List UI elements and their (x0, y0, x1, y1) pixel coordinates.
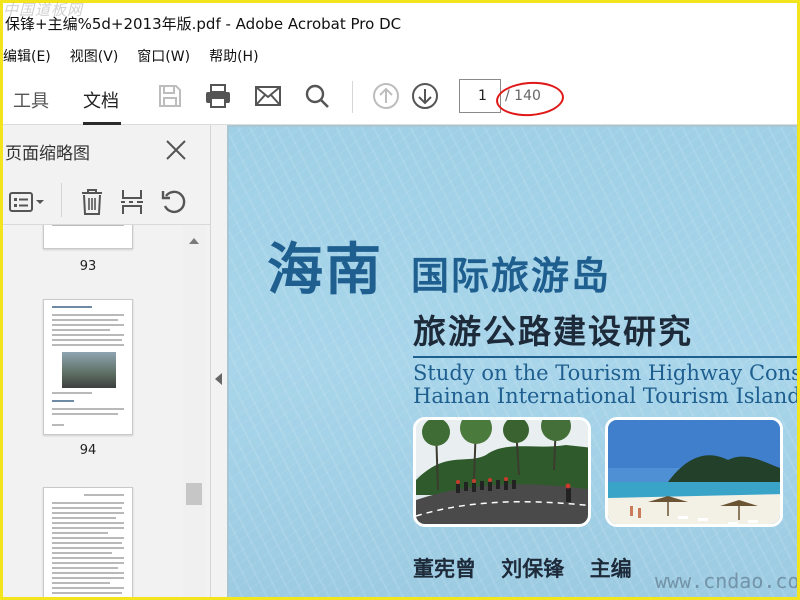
thumb-text-line (52, 329, 110, 331)
thumb-text-line (52, 392, 92, 394)
next-page-button[interactable] (410, 81, 440, 111)
thumb-text-line (52, 572, 124, 574)
sidebar-tool-separator (61, 183, 62, 217)
email-icon (255, 86, 281, 106)
rotate-icon (161, 190, 186, 214)
thumb-heading-line (52, 400, 74, 402)
thumb-text-line (52, 408, 124, 410)
next-page-icon (412, 83, 438, 109)
toolbar-separator (352, 81, 353, 113)
cover-english-line-1: Study on the Tourism Highway Constructio… (413, 361, 797, 385)
thumb-text-line (52, 542, 122, 544)
book-cover: 海南 国际旅游岛 旅游公路建设研究 Study on the Tourism H… (229, 127, 797, 597)
email-button[interactable] (253, 81, 283, 111)
print-icon (206, 84, 230, 108)
thumb-text-line (84, 494, 124, 496)
document-view[interactable]: 海南 国际旅游岛 旅游公路建设研究 Study on the Tourism H… (227, 125, 797, 597)
close-icon (166, 140, 186, 160)
thumb-text-line (52, 314, 124, 316)
thumb-text-line (52, 319, 118, 321)
cover-divider (413, 356, 797, 358)
thumb-text-line (52, 577, 124, 579)
sidebar-toolbar (3, 175, 210, 225)
watermark-top: 中国道板网 (3, 1, 84, 19)
cover-title-main: 海南 (267, 237, 383, 303)
thumb-text-line (52, 587, 124, 589)
menu-window[interactable]: 窗口(W) (137, 46, 190, 66)
thumbnail-sidebar: 页面缩略图 93 94 (3, 125, 211, 597)
thumb-text-line (52, 339, 122, 341)
page-thumbnail-93[interactable] (43, 225, 133, 249)
cover-photo-beach (605, 417, 783, 527)
thumb-heading-line (52, 306, 92, 308)
thumb-text-line (52, 552, 112, 554)
sidebar-collapse-strip[interactable] (211, 125, 227, 597)
page-options-button[interactable] (7, 187, 47, 217)
thumb-text-line (52, 582, 110, 584)
sidebar-title: 页面缩略图 (5, 144, 90, 164)
thumbnail-label-94: 94 (79, 443, 97, 458)
delete-icon (82, 189, 102, 215)
sidebar-close-button[interactable] (163, 137, 189, 163)
thumb-text-line (52, 517, 116, 519)
cover-editors: 董宪曾 刘保锋 主编 (413, 557, 632, 581)
thumb-text-line (52, 562, 124, 564)
menu-edit[interactable]: 编辑(E) (3, 46, 51, 66)
page-number-input[interactable]: 1 (459, 79, 501, 113)
delete-page-button[interactable] (77, 187, 107, 217)
save-icon (159, 85, 181, 107)
thumb-text-line (52, 532, 108, 534)
tab-document[interactable]: 文档 (83, 87, 121, 125)
beach-picture (608, 420, 780, 524)
extract-page-button[interactable] (117, 187, 147, 217)
current-page-value: 1 (478, 88, 487, 104)
thumb-text-line (52, 592, 122, 594)
thumb-text-line (52, 522, 124, 524)
scroll-up-arrow-icon[interactable] (188, 235, 200, 245)
thumbnail-scrollbar[interactable] (183, 225, 205, 597)
thumb-text-line (52, 413, 118, 415)
road-cyclists-picture (416, 420, 588, 524)
menu-help[interactable]: 帮助(H) (209, 46, 258, 66)
cover-subtitle: 旅游公路建设研究 (413, 312, 693, 351)
previous-page-icon (373, 83, 399, 109)
previous-page-button[interactable] (371, 81, 401, 111)
save-button[interactable] (155, 81, 185, 111)
cover-photo-road (413, 417, 591, 527)
watermark-bottom: www.cndao.com (655, 569, 797, 593)
menu-bar: 编辑(E) 视图(V) 窗口(W) 帮助(H) (3, 43, 797, 69)
thumb-text-line (52, 344, 124, 346)
cover-english-line-2: Hainan International Tourism Island (413, 384, 797, 408)
thumb-text-line (52, 537, 124, 539)
cover-title-rest: 国际旅游岛 (411, 253, 612, 298)
menu-view[interactable]: 视图(V) (70, 46, 119, 66)
extract-icon (121, 190, 143, 214)
collapse-arrow-icon[interactable] (215, 373, 222, 385)
window-title-bar: 保锋+主编%5d+2013年版.pdf - Adobe Acrobat Pro … (3, 1, 797, 43)
thumb-text-line (52, 334, 124, 336)
thumb-text-line (52, 324, 124, 326)
search-icon (305, 84, 329, 108)
thumb-photo (62, 352, 116, 388)
tab-tools[interactable]: 工具 (13, 87, 49, 113)
scrollbar-thumb[interactable] (186, 483, 202, 505)
print-button[interactable] (203, 81, 233, 111)
page-thumbnail-94[interactable] (43, 299, 133, 435)
thumb-text-line (52, 512, 124, 514)
search-button[interactable] (302, 81, 332, 111)
thumb-text-line (52, 547, 124, 549)
thumbnail-label-93: 93 (79, 259, 97, 274)
main-toolbar: 工具 文档 1 / 140 (3, 69, 797, 125)
page-options-icon (9, 192, 44, 212)
thumbnail-list: 93 94 (3, 225, 183, 597)
thumb-text-line (52, 527, 124, 529)
rotate-page-button[interactable] (159, 187, 189, 217)
thumb-text-line (52, 557, 124, 559)
thumb-text-line (52, 507, 122, 509)
thumb-text-line (52, 225, 124, 226)
thumb-text-line (52, 424, 64, 426)
thumb-text-line (52, 567, 118, 569)
thumb-text-line (52, 502, 124, 504)
page-thumbnail-95[interactable] (43, 487, 133, 597)
